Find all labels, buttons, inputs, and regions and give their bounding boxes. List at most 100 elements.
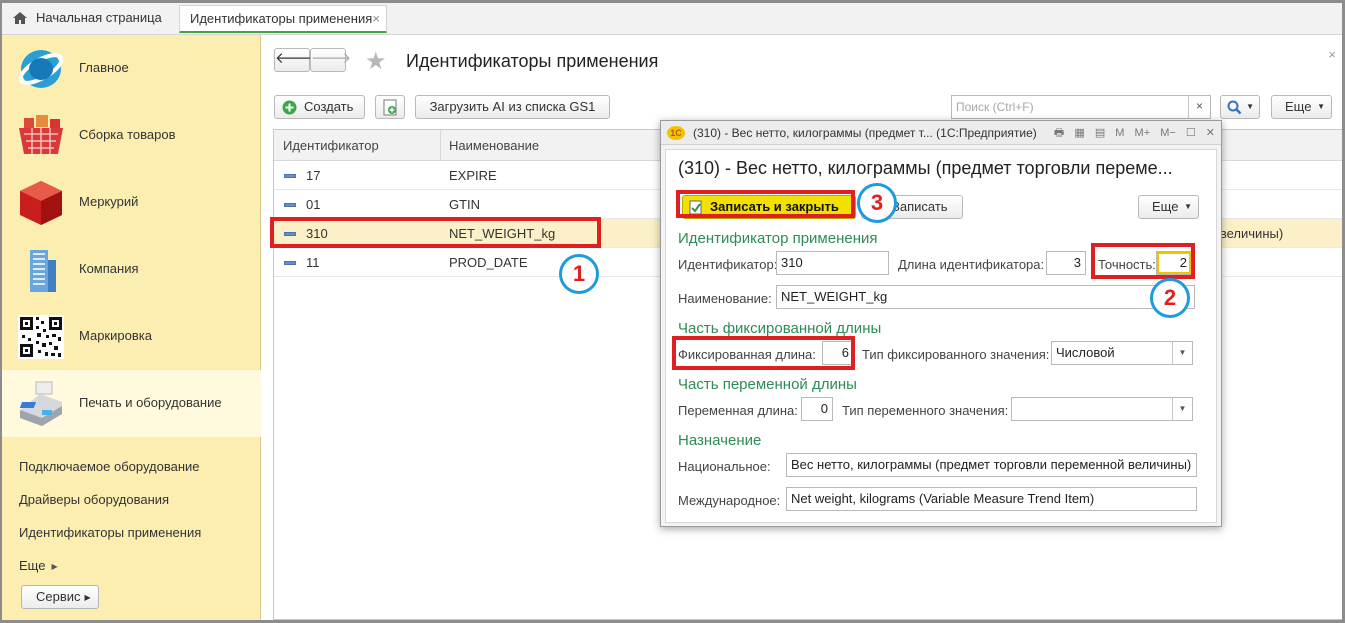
maximize-icon[interactable]: ☐ [1186, 126, 1196, 139]
dialog-more-label: Еще [1152, 199, 1179, 214]
fixed-type-label: Тип фиксированного значения: [862, 347, 1050, 362]
search-button[interactable]: ▼ [1220, 95, 1260, 119]
sidebar-section-assembly[interactable]: Сборка товаров [2, 102, 261, 169]
memory-m-button[interactable]: М [1115, 127, 1124, 139]
identifier-label: Идентификатор: [678, 257, 778, 272]
sidebar-section-label: Сборка товаров [79, 127, 176, 142]
sidebar: Главное Сборка товаров Меркурий Компания… [2, 35, 261, 620]
back-button[interactable]: 🡐 [274, 48, 316, 72]
payment-terminal-icon [19, 381, 62, 426]
variable-length-label: Переменная длина: [678, 403, 798, 418]
dialog-heading: (310) - Вес нетто, килограммы (предмет т… [678, 158, 1173, 178]
fixed-type-value: Числовой [1056, 345, 1115, 360]
chevron-down-icon[interactable]: ▼ [1172, 342, 1192, 364]
page-title: Идентификаторы применения [406, 51, 659, 71]
plus-circle-icon [282, 100, 297, 115]
sidebar-section-main[interactable]: Главное [2, 35, 261, 102]
load-gs1-label: Загрузить AI из списка GS1 [429, 99, 596, 114]
create-label: Создать [304, 99, 354, 114]
annotation-box-1 [270, 217, 601, 248]
international-field[interactable]: Net weight, kilograms (Variable Measure … [786, 487, 1197, 511]
column-header-identifier[interactable]: Идентификатор [283, 138, 379, 153]
search-placeholder: Поиск (Ctrl+F) [956, 100, 1034, 114]
search-icon [1227, 100, 1242, 115]
load-gs1-button[interactable]: Загрузить AI из списка GS1 [415, 95, 610, 119]
print-icon[interactable]: 🖶 [1054, 124, 1064, 143]
chevron-down-icon[interactable]: ▼ [1172, 398, 1192, 420]
group-variable-length: Часть переменной длины [678, 376, 857, 393]
tab-identifiers-label: Идентификаторы применения [190, 11, 373, 26]
chevron-down-icon: ▼ [1246, 102, 1254, 111]
cell-name: PROD_DATE [449, 255, 528, 270]
memory-plus-button[interactable]: М+ [1135, 127, 1151, 139]
variable-length-field[interactable]: 0 [801, 397, 833, 421]
arrow-left-icon: 🡐 [275, 50, 316, 67]
service-button[interactable]: Сервис ▶ [21, 585, 99, 609]
sidebar-link-equipment[interactable]: Подключаемое оборудование [19, 459, 200, 474]
sidebar-section-company[interactable]: Компания [2, 236, 261, 303]
row-marker-icon [284, 203, 296, 207]
fixed-type-select[interactable]: Числовой ▼ [1051, 341, 1193, 365]
dialog-more-button[interactable]: Еще ▼ [1138, 195, 1199, 219]
close-icon[interactable]: × [1328, 47, 1336, 62]
app-window: Начальная страница Идентификаторы примен… [0, 0, 1345, 623]
sidebar-section-label: Меркурий [79, 194, 139, 209]
variable-type-label: Тип переменного значения: [842, 403, 1009, 418]
dialog-window-title: (310) - Вес нетто, килограммы (предмет т… [693, 126, 1037, 140]
variable-type-select[interactable]: ▼ [1011, 397, 1193, 421]
column-header-name[interactable]: Наименование [449, 138, 539, 153]
cell-name: GTIN [449, 197, 481, 212]
chevron-down-icon: ▼ [1184, 202, 1192, 211]
tab-close-icon[interactable]: × [372, 6, 380, 32]
sidebar-section-print[interactable]: Печать и оборудование [2, 370, 261, 437]
sidebar-section-label: Компания [79, 261, 139, 276]
annotation-box-3 [676, 190, 855, 218]
element-dialog: 1С (310) - Вес нетто, килограммы (предме… [660, 120, 1222, 527]
row-marker-icon [284, 174, 296, 178]
more-button[interactable]: Еще ▼ [1271, 95, 1332, 119]
identifier-length-label: Длина идентификатора: [898, 257, 1045, 272]
tab-identifiers[interactable]: Идентификаторы применения × [179, 5, 387, 33]
group-fixed-length: Часть фиксированной длины [678, 320, 882, 337]
sidebar-section-mercury[interactable]: Меркурий [2, 169, 261, 236]
create-button[interactable]: Создать [274, 95, 365, 119]
forward-button[interactable]: 🡒 [310, 48, 352, 72]
sidebar-section-marking[interactable]: Маркировка [2, 303, 261, 370]
chevron-down-icon: ▼ [1317, 102, 1325, 111]
chevron-right-icon: ▶ [51, 562, 58, 571]
identifier-length-field[interactable]: 3 [1046, 251, 1086, 275]
sidebar-link-drivers[interactable]: Драйверы оборудования [19, 492, 169, 507]
sidebar-link-identifiers[interactable]: Идентификаторы применения [19, 525, 201, 540]
cell-identifier: 17 [306, 168, 321, 183]
row-marker-icon [284, 261, 296, 265]
search-input[interactable]: Поиск (Ctrl+F) × [951, 95, 1211, 119]
international-label: Международное: [678, 493, 781, 508]
clear-search-icon[interactable]: × [1188, 96, 1210, 118]
sidebar-section-label: Главное [79, 60, 129, 75]
name-field[interactable]: NET_WEIGHT_kg [776, 285, 1195, 309]
cell-identifier: 11 [306, 255, 320, 270]
tab-home-label: Начальная страница [36, 10, 162, 25]
annotation-badge-1: 1 [559, 254, 599, 294]
identifier-field[interactable]: 310 [776, 251, 889, 275]
column-divider [440, 130, 441, 161]
calculator-icon[interactable]: ▦ [1074, 126, 1084, 139]
group-purpose: Назначение [678, 432, 762, 449]
group-identifier: Идентификатор применения [678, 230, 878, 247]
basket-icon [19, 115, 63, 154]
annotation-badge-3: 3 [857, 183, 897, 223]
dialog-titlebar[interactable]: 1С (310) - Вес нетто, килограммы (предме… [661, 121, 1221, 145]
memory-minus-button[interactable]: М− [1160, 127, 1176, 139]
sidebar-link-more[interactable]: Еще ▶ [19, 558, 58, 573]
annotation-box-2 [1091, 243, 1195, 279]
national-label: Национальное: [678, 459, 771, 474]
national-field[interactable]: Вес нетто, килограммы (предмет торговли … [786, 453, 1197, 477]
favorite-star-icon[interactable]: ★ [365, 47, 387, 76]
copy-button[interactable] [375, 95, 405, 119]
tab-home[interactable]: Начальная страница [6, 5, 176, 33]
arrow-right-icon: 🡒 [311, 50, 352, 67]
cell-name: EXPIRE [449, 168, 497, 183]
document-add-icon [383, 99, 397, 116]
close-icon[interactable]: ✕ [1206, 126, 1215, 139]
calendar-icon[interactable]: ▤ [1095, 126, 1105, 139]
